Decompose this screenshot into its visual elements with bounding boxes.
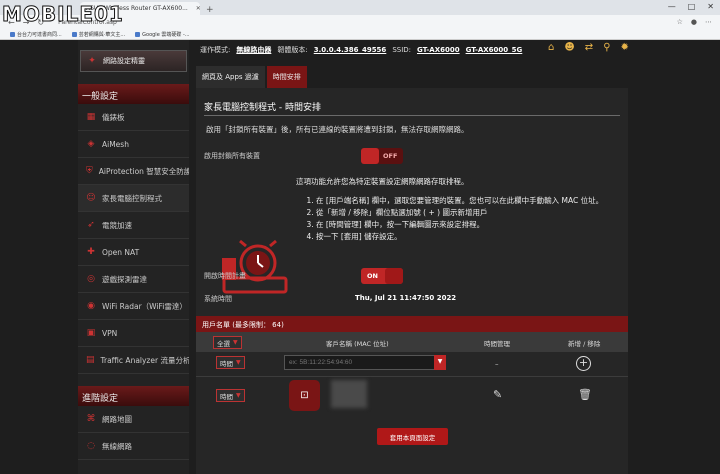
enable-schedule-toggle[interactable]: ON (361, 268, 403, 284)
mac-address-input[interactable] (284, 355, 438, 370)
dashboard-icon: ▦ (86, 112, 96, 122)
game-boost-icon: ➶ (87, 220, 95, 230)
general-settings-header: 一般設定 (78, 84, 189, 104)
setup-wizard-button[interactable]: ✦ 網路設定精靈 (80, 50, 187, 72)
sidebar-item-wifi-radar[interactable]: ◉ WiFi Radar（WiFi雷達） (78, 293, 189, 320)
step-item: 在 [用戶端名稱] 欄中，選取您要管理的裝置。您也可以在此欄中手動輸入 MAC … (316, 195, 626, 207)
traffic-icon: ▤ (86, 355, 95, 365)
window-controls: — □ ✕ (668, 2, 714, 11)
add-client-icon[interactable]: + (576, 356, 591, 371)
chevron-down-icon: ▼ (236, 392, 241, 399)
top-status-icons: ⌂ ☻ ⇄ ⚲ ✹ (548, 42, 629, 53)
sidebar-item-aimesh[interactable]: ◈ AiMesh (78, 131, 189, 158)
system-time-label: 系統時間 (204, 295, 232, 303)
sidebar-item-vpn[interactable]: ▣ VPN (78, 320, 189, 347)
content-panel: 家長電腦控制程式 - 時間安排 啟用「封鎖所有裝置」後，所有已連線的裝置將遭到封… (196, 88, 628, 474)
chevron-down-icon: ▼ (233, 339, 238, 346)
tab-web-apps-filter[interactable]: 網頁及 Apps 過濾 (196, 66, 265, 88)
ssid-5g-link[interactable]: GT-AX6000_5G (466, 46, 523, 54)
client-list-header: 用戶名單 (最多限制： 64) (196, 316, 628, 332)
profile-icon[interactable]: ● (691, 18, 697, 26)
bookmark-icon (71, 31, 77, 37)
parental-icon: ☺ (86, 193, 96, 203)
url-field[interactable]: ParentalControl.asp (58, 19, 677, 26)
time-mode-dropdown-row2[interactable]: 時間 ▼ (216, 389, 245, 402)
row-divider (196, 376, 628, 377)
time-mode-dropdown[interactable]: 時間 ▼ (216, 356, 245, 369)
alarm-clock-icon (222, 239, 288, 294)
tab-time-scheduling[interactable]: 時間安排 (266, 66, 307, 88)
sidebar-item-wireless[interactable]: ◌ 無線網路 (78, 433, 189, 460)
bookmark-icon (10, 31, 15, 37)
open-nat-icon: ✚ (87, 247, 95, 257)
device-icon: ⊡ (289, 380, 320, 411)
sidebar-item-traffic-analyzer[interactable]: ▤ Traffic Analyzer 流量分析 (78, 347, 189, 374)
new-tab-icon[interactable]: + (206, 5, 214, 15)
maximize-icon[interactable]: □ (688, 2, 696, 11)
step-item: 從「新增 / 移除」欄位點選加號 ( + ) 圖示新增用戶 (316, 207, 626, 219)
ssid-link[interactable]: GT-AX6000 (417, 46, 460, 54)
client-table-header: 全選 ▼ 客戶名稱 (MAC 位址) 時間管理 新增 / 移除 (196, 332, 628, 352)
window-close-icon[interactable]: ✕ (707, 2, 714, 11)
router-page: ✦ 網路設定精靈 一般設定 ▦ 儀錶板 ◈ AiMesh ⛨ AiProtection… (0, 40, 720, 474)
toggle-knob (385, 268, 403, 284)
user-icon[interactable]: ☻ (564, 42, 574, 53)
chevron-down-icon: ▼ (236, 359, 241, 366)
enable-schedule-label: 開啟時間計畫 (204, 272, 246, 280)
sidebar-item-parental[interactable]: ☺ 家長電腦控制程式 (78, 185, 189, 212)
sidebar: ✦ 網路設定精靈 一般設定 ▦ 儀錶板 ◈ AiMesh ⛨ AiProtection… (78, 40, 189, 474)
wan-icon[interactable]: ⌂ (548, 42, 554, 53)
system-time-value: Thu, Jul 21 11:47:50 2022 (355, 294, 457, 302)
wifi-radar-icon: ◉ (87, 301, 95, 311)
trash-icon[interactable]: 🗑 (578, 388, 592, 401)
wizard-icon: ✦ (88, 56, 96, 66)
sidebar-item-dashboard[interactable]: ▦ 儀錶板 (78, 104, 189, 131)
step-item: 按一下 [套用] 儲存設定。 (316, 231, 626, 243)
game-radar-icon: ◎ (87, 274, 95, 284)
usb-icon[interactable]: ⚲ (603, 42, 610, 53)
op-mode-link[interactable]: 無線路由器 (236, 45, 271, 55)
col-client-name: 客戶名稱 (MAC 位址) (326, 340, 389, 348)
sidebar-item-game-radar[interactable]: ◎ 遊戲探測雷達 (78, 266, 189, 293)
time-management-empty: – (495, 360, 499, 368)
menu-icon[interactable]: ⋯ (705, 18, 712, 26)
settings-icon[interactable]: ✹ (621, 42, 629, 53)
instruction-steps: 在 [用戶端名稱] 欄中，選取您要管理的裝置。您也可以在此欄中手動輸入 MAC … (306, 195, 626, 243)
wireless-icon: ◌ (87, 441, 95, 451)
toggle-knob (361, 148, 379, 164)
sidebar-item-network-map[interactable]: ⌘ 網路地圖 (78, 406, 189, 433)
sidebar-item-aiprotection[interactable]: ⛨ AiProtection 智慧安全防護 (78, 158, 189, 185)
step-item: 在 [時間管理] 欄中，按一下編輯圖示來設定排程。 (316, 219, 626, 231)
firmware-link[interactable]: 3.0.0.4.386_49556 (314, 46, 387, 54)
sidebar-item-open-nat[interactable]: ✚ Open NAT (78, 239, 189, 266)
block-all-description: 啟用「封鎖所有裝置」後，所有已連線的裝置將遭到封鎖，無法存取網際網路。 (206, 125, 469, 134)
redacted-client-name (331, 380, 367, 408)
client-dropdown-button[interactable]: ▼ (434, 355, 446, 370)
aimesh-icon: ◈ (87, 139, 95, 149)
vpn-icon: ▣ (86, 328, 96, 338)
close-icon[interactable]: ✕ (196, 5, 200, 12)
advanced-settings-header: 進階設定 (78, 386, 189, 406)
schedule-intro: 這項功能允許您為特定裝置設定網際網路存取排程。 (296, 177, 469, 186)
edit-icon[interactable]: ✎ (493, 388, 502, 401)
star-icon[interactable]: ☆ (677, 18, 683, 26)
network-icon[interactable]: ⇄ (585, 42, 593, 53)
block-all-label: 啟用封鎖所有裝置 (204, 152, 260, 160)
bookmark-item[interactable]: Google 雲端硬碟 -... (135, 31, 190, 38)
sidebar-item-game-boost[interactable]: ➶ 電競加速 (78, 212, 189, 239)
network-map-icon: ⌘ (86, 414, 96, 424)
aiprotection-icon: ⛨ (86, 166, 93, 176)
watermark-logo: MOBILE01 (2, 2, 124, 27)
col-time-management: 時間管理 (484, 340, 510, 348)
minimize-icon[interactable]: — (668, 2, 676, 11)
apply-button[interactable]: 套用本頁面設定 (377, 428, 448, 445)
bookmark-icon (135, 31, 141, 37)
page-title: 家長電腦控制程式 - 時間安排 (204, 98, 620, 116)
sub-tabs: 網頁及 Apps 過濾 時間安排 (196, 66, 307, 88)
address-tools: ☆ ● ⋯ (677, 18, 712, 26)
select-all-dropdown[interactable]: 全選 ▼ (213, 336, 242, 349)
block-all-toggle[interactable]: OFF (361, 148, 403, 164)
col-add-remove: 新增 / 移除 (568, 340, 601, 348)
